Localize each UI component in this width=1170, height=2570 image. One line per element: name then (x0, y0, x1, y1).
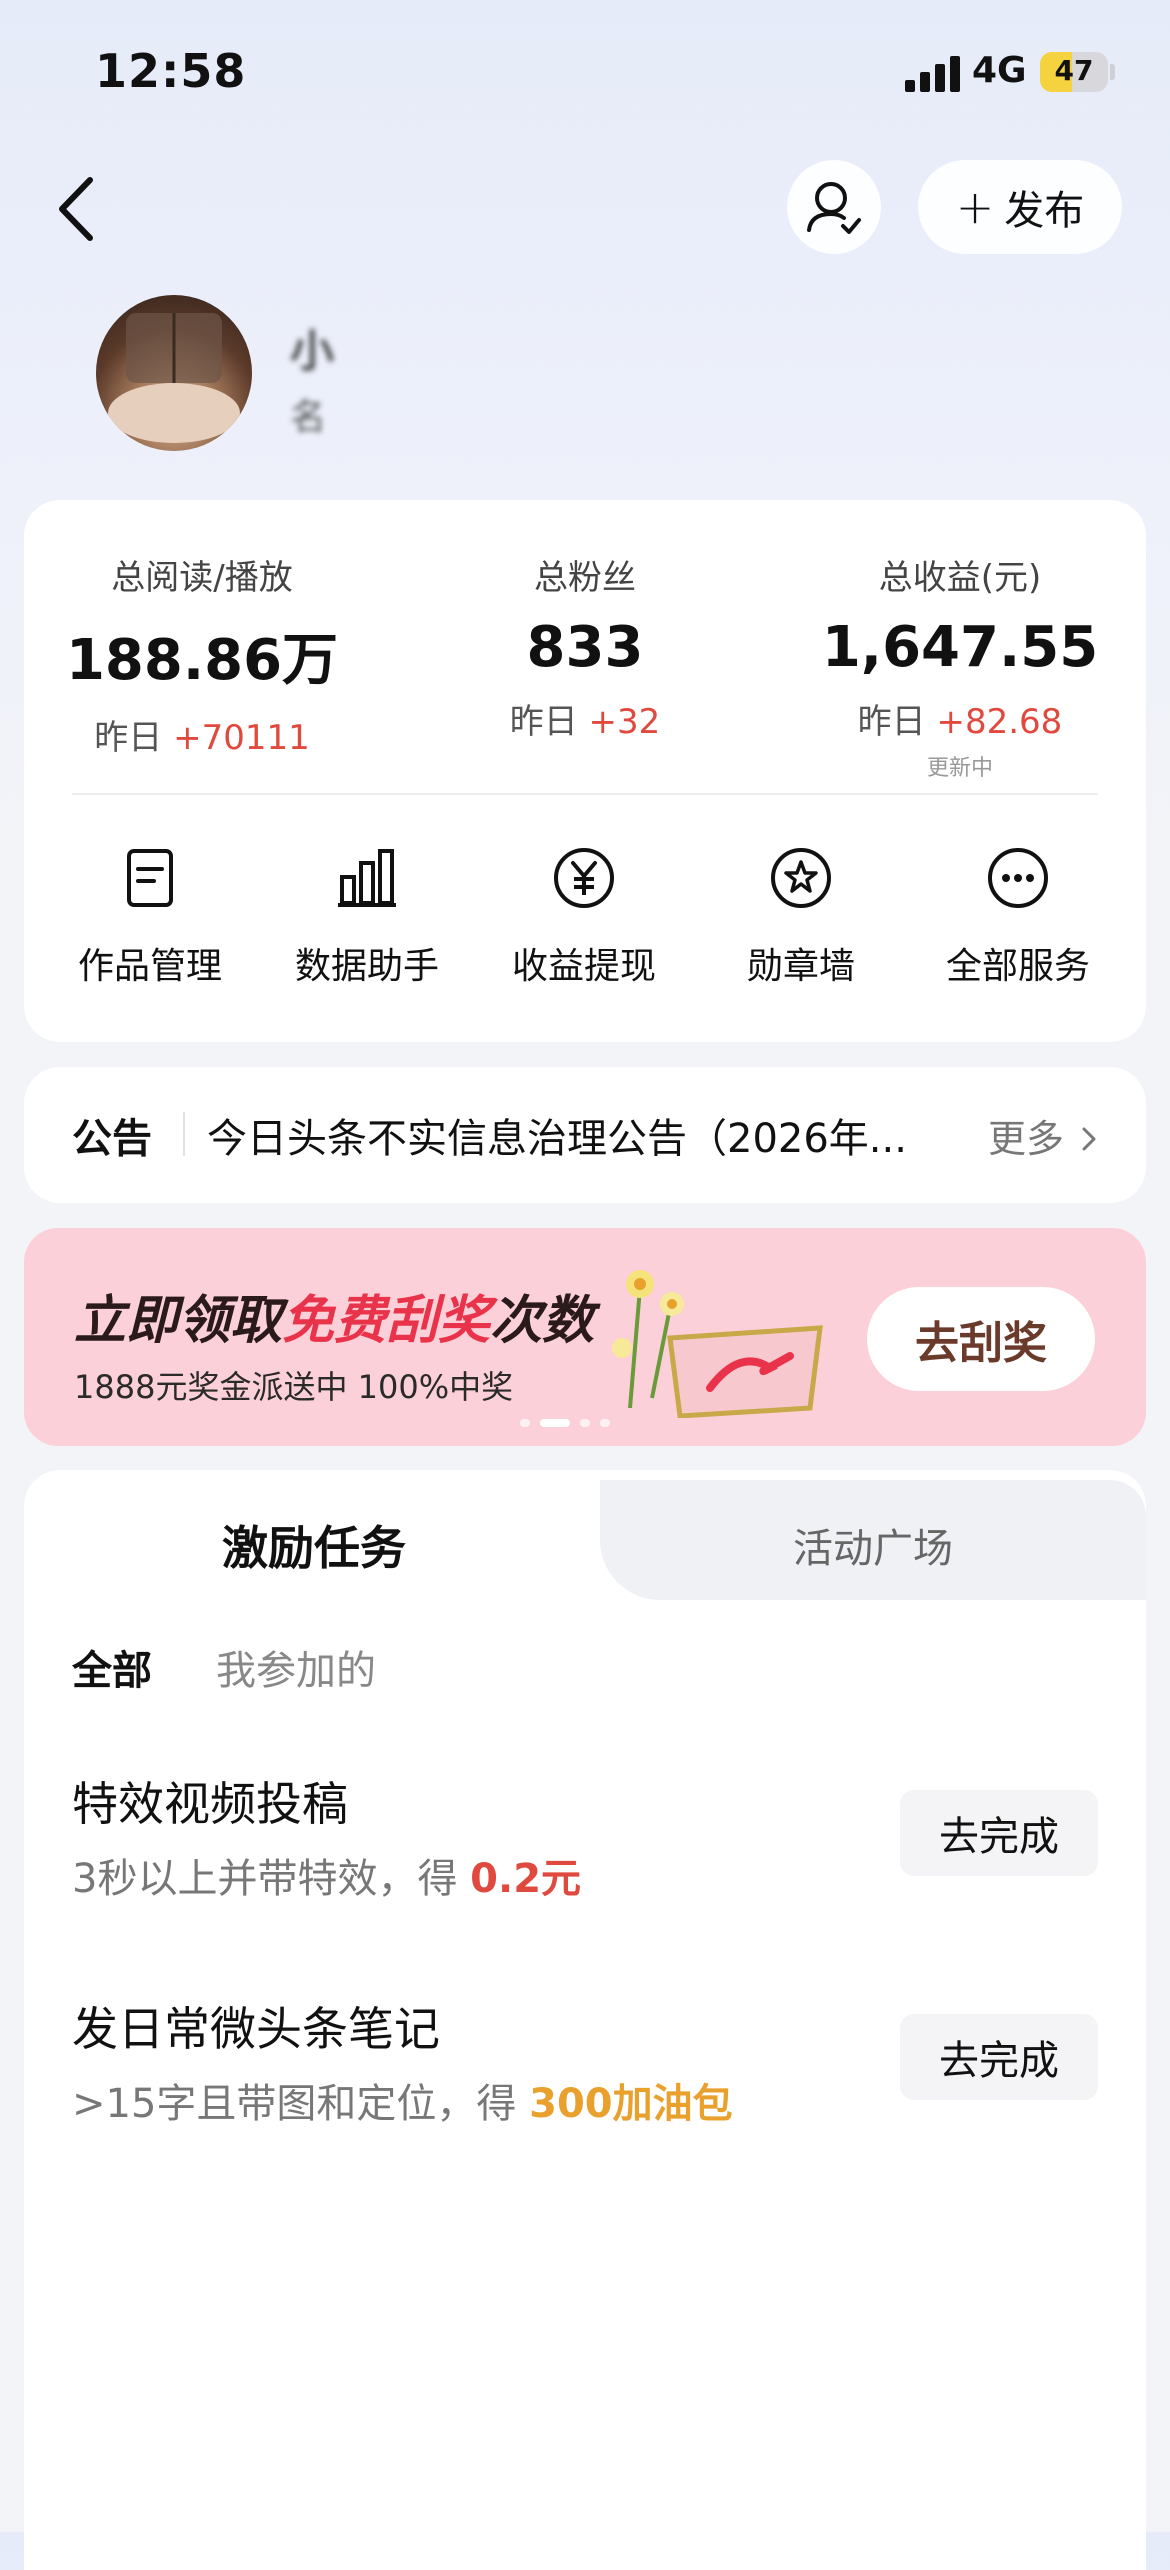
service-label: 勋章墙 (746, 946, 855, 987)
network-type: 4G (972, 50, 1027, 91)
chevron-right-icon (1082, 1127, 1096, 1151)
stat-value: 833 (526, 615, 644, 680)
banner-subtitle: 1888元奖金派送中 100%中奖 (74, 1368, 514, 1406)
back-button[interactable] (52, 174, 102, 244)
divider (72, 793, 1098, 795)
service-label: 全部服务 (945, 946, 1090, 987)
tab-incentive-tasks[interactable]: 激励任务 (24, 1512, 604, 1578)
signal-icon (905, 56, 961, 92)
service-withdraw[interactable]: 收益提现 (474, 845, 694, 989)
stat-total-reads[interactable]: 总阅读/播放 188.86万 昨日 +70111 (32, 550, 372, 759)
service-label: 数据助手 (294, 946, 439, 987)
plus-icon: + (955, 180, 995, 234)
complete-task-button[interactable]: 去完成 (900, 2014, 1098, 2100)
battery-nub (1110, 64, 1115, 80)
status-time: 12:58 (95, 44, 247, 98)
service-all-services[interactable]: 全部服务 (908, 845, 1128, 989)
medal-icon (771, 848, 831, 908)
filter-all[interactable]: 全部 (72, 1638, 152, 1696)
avatar[interactable] (96, 295, 252, 451)
profile-name: 小 (290, 326, 334, 377)
bar-chart-icon (338, 849, 396, 907)
complete-task-button[interactable]: 去完成 (900, 1790, 1098, 1876)
flower-scratch-card-illustration (612, 1270, 823, 1418)
notice-text[interactable]: 今日头条不实信息治理公告（2026年... (207, 1106, 927, 1164)
stat-total-fans[interactable]: 总粉丝 833 昨日 +32 (415, 550, 755, 743)
task-title: 发日常微头条笔记 (72, 2002, 440, 2056)
stat-change: 昨日 +70111 (94, 718, 310, 758)
service-works-management[interactable]: 作品管理 (40, 845, 260, 989)
user-check-icon (807, 182, 861, 234)
yuan-icon (554, 848, 614, 908)
stat-value: 188.86万 (65, 628, 339, 693)
publish-label: 发布 (1004, 188, 1085, 234)
task-title: 特效视频投稿 (72, 1777, 348, 1831)
scratch-button[interactable]: 去刮奖 (867, 1287, 1095, 1391)
filter-joined[interactable]: 我参加的 (216, 1638, 376, 1696)
updating-note: 更新中 (926, 756, 993, 781)
task-desc: 3秒以上并带特效，得 0.2元 (72, 1856, 582, 1902)
stat-label: 总阅读/播放 (111, 558, 293, 598)
profile-subtitle: 名 (290, 397, 327, 438)
user-settings-button[interactable] (787, 160, 881, 254)
tab-activity-square-label: 活动广场 (793, 1526, 953, 1572)
service-label: 作品管理 (77, 946, 222, 987)
banner-title: 立即领取免费刮奖次数 (74, 1290, 595, 1351)
more-icon (988, 848, 1048, 908)
notice-title: 公告 (72, 1116, 152, 1162)
stat-change: 昨日 +32 (509, 702, 661, 742)
service-medal-wall[interactable]: 勋章墙 (691, 845, 911, 989)
stat-label: 总收益(元) (878, 558, 1042, 598)
stat-label: 总粉丝 (534, 558, 636, 598)
stat-value: 1,647.55 (821, 615, 1099, 680)
more-label: 更多 (988, 1117, 1065, 1161)
notice-separator (183, 1112, 185, 1156)
chevron-left-icon (59, 177, 93, 241)
document-icon (127, 849, 173, 907)
stat-change: 昨日 +82.68 (857, 702, 1063, 742)
battery-level: 47 (1054, 54, 1094, 87)
service-label: 收益提现 (511, 946, 656, 987)
notice-more-link[interactable]: 更多 (988, 1108, 1098, 1163)
battery-icon: 47 (1040, 52, 1108, 92)
stat-total-earnings[interactable]: 总收益(元) 1,647.55 昨日 +82.68 (790, 550, 1130, 743)
carousel-dots (520, 1419, 610, 1427)
publish-button[interactable]: + 发布 (918, 160, 1122, 254)
service-data-assistant[interactable]: 数据助手 (257, 845, 477, 989)
task-desc: >15字且带图和定位，得 300加油包 (72, 2081, 733, 2127)
